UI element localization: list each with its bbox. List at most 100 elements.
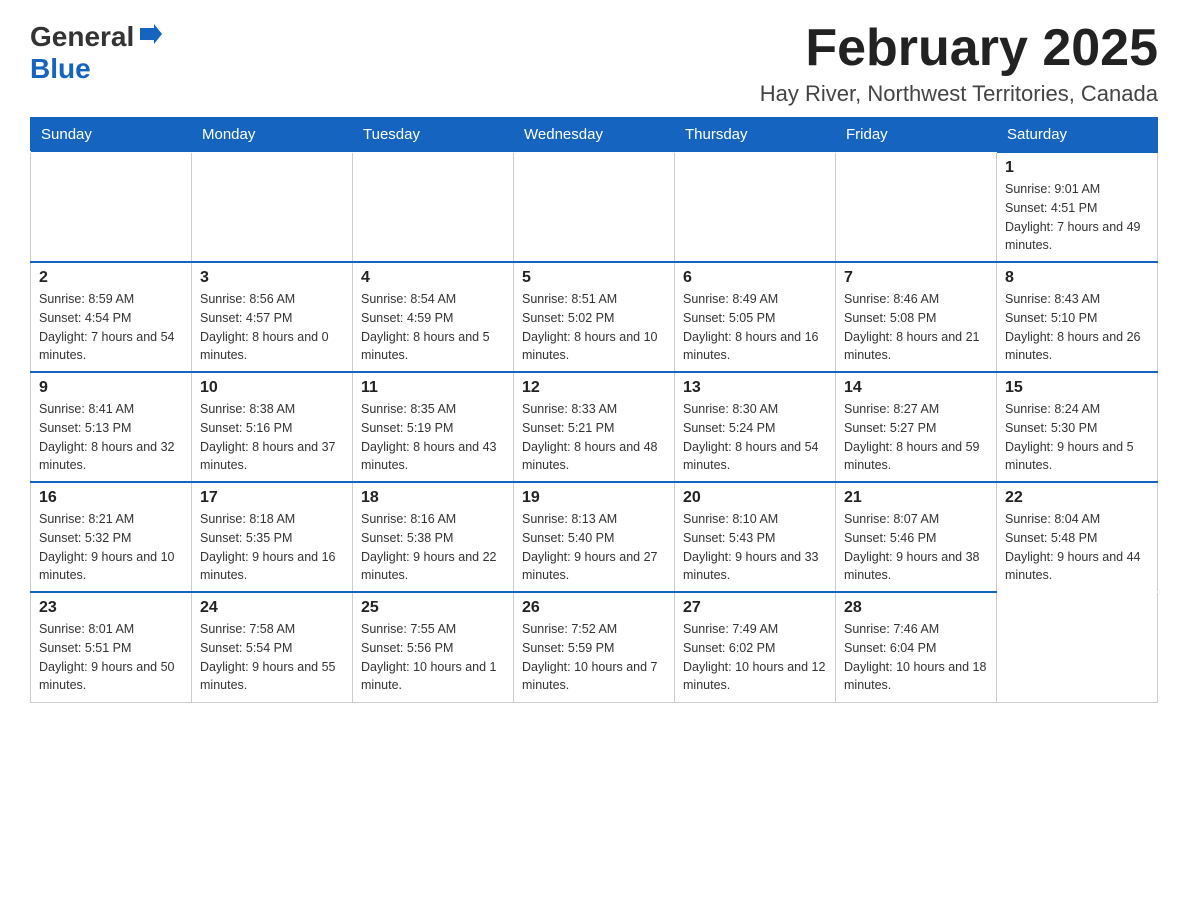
day-info: Sunrise: 8:13 AMSunset: 5:40 PMDaylight:…: [522, 510, 666, 585]
day-info: Sunrise: 8:41 AMSunset: 5:13 PMDaylight:…: [39, 400, 183, 475]
calendar-week-row: 16Sunrise: 8:21 AMSunset: 5:32 PMDayligh…: [31, 482, 1158, 592]
day-number: 10: [200, 379, 344, 397]
calendar-cell: [31, 152, 192, 262]
calendar-cell: 19 Sunrise: 8:13 AMSunset: 5:40 PMDayligh…: [514, 482, 675, 592]
calendar-cell: 27 Sunrise: 7:49 AMSunset: 6:02 PMDayligh…: [675, 592, 836, 702]
calendar-cell: 15Sunrise: 8:24 AMSunset: 5:30 PMDayligh…: [997, 372, 1158, 482]
day-info: Sunrise: 8:54 AMSunset: 4:59 PMDaylight:…: [361, 290, 505, 365]
calendar-cell: 23Sunrise: 8:01 AMSunset: 5:51 PMDayligh…: [31, 592, 192, 702]
calendar-cell: 14 Sunrise: 8:27 AMSunset: 5:27 PMDayligh…: [836, 372, 997, 482]
day-info: Sunrise: 8:21 AMSunset: 5:32 PMDaylight:…: [39, 510, 183, 585]
header-friday: Friday: [836, 118, 997, 153]
day-info: Sunrise: 7:58 AMSunset: 5:54 PMDaylight:…: [200, 620, 344, 695]
calendar-cell: 18 Sunrise: 8:16 AMSunset: 5:38 PMDayligh…: [353, 482, 514, 592]
day-info: Sunrise: 7:55 AMSunset: 5:56 PMDaylight:…: [361, 620, 505, 695]
day-number: 26: [522, 599, 666, 617]
calendar-cell: 25 Sunrise: 7:55 AMSunset: 5:56 PMDayligh…: [353, 592, 514, 702]
day-info: Sunrise: 8:59 AMSunset: 4:54 PMDaylight:…: [39, 290, 183, 365]
day-number: 21: [844, 489, 988, 507]
day-number: 22: [1005, 489, 1149, 507]
subtitle: Hay River, Northwest Territories, Canada: [760, 81, 1158, 107]
day-number: 27: [683, 599, 827, 617]
day-number: 11: [361, 379, 505, 397]
calendar-cell: 17 Sunrise: 8:18 AMSunset: 5:35 PMDayligh…: [192, 482, 353, 592]
day-info: Sunrise: 8:16 AMSunset: 5:38 PMDaylight:…: [361, 510, 505, 585]
header-wednesday: Wednesday: [514, 118, 675, 153]
calendar-cell: [675, 152, 836, 262]
day-number: 28: [844, 599, 988, 617]
calendar-cell: 24 Sunrise: 7:58 AMSunset: 5:54 PMDayligh…: [192, 592, 353, 702]
header-tuesday: Tuesday: [353, 118, 514, 153]
calendar-cell: 28 Sunrise: 7:46 AMSunset: 6:04 PMDayligh…: [836, 592, 997, 702]
day-info: Sunrise: 8:10 AMSunset: 5:43 PMDaylight:…: [683, 510, 827, 585]
day-info: Sunrise: 9:01 AMSunset: 4:51 PMDaylight:…: [1005, 180, 1149, 255]
day-number: 9: [39, 379, 183, 397]
calendar-cell: [353, 152, 514, 262]
day-info: Sunrise: 8:30 AMSunset: 5:24 PMDaylight:…: [683, 400, 827, 475]
calendar-week-row: 1 Sunrise: 9:01 AMSunset: 4:51 PMDaylight…: [31, 152, 1158, 262]
day-number: 12: [522, 379, 666, 397]
day-number: 5: [522, 269, 666, 287]
calendar-week-row: 2Sunrise: 8:59 AMSunset: 4:54 PMDaylight…: [31, 262, 1158, 372]
day-number: 17: [200, 489, 344, 507]
calendar-cell: 26 Sunrise: 7:52 AMSunset: 5:59 PMDayligh…: [514, 592, 675, 702]
calendar-cell: 3 Sunrise: 8:56 AMSunset: 4:57 PMDaylight…: [192, 262, 353, 372]
main-title: February 2025: [760, 20, 1158, 77]
day-number: 24: [200, 599, 344, 617]
logo-blue-text: Blue: [30, 53, 91, 85]
calendar-cell: 11Sunrise: 8:35 AMSunset: 5:19 PMDayligh…: [353, 372, 514, 482]
day-number: 13: [683, 379, 827, 397]
day-number: 20: [683, 489, 827, 507]
day-number: 25: [361, 599, 505, 617]
day-number: 4: [361, 269, 505, 287]
calendar-cell: 12 Sunrise: 8:33 AMSunset: 5:21 PMDayligh…: [514, 372, 675, 482]
page-header: General Blue February 2025 Hay River, No…: [30, 20, 1158, 107]
day-number: 19: [522, 489, 666, 507]
day-info: Sunrise: 8:33 AMSunset: 5:21 PMDaylight:…: [522, 400, 666, 475]
calendar-cell: 5 Sunrise: 8:51 AMSunset: 5:02 PMDaylight…: [514, 262, 675, 372]
calendar-table: SundayMondayTuesdayWednesdayThursdayFrid…: [30, 117, 1158, 703]
logo-arrow-icon: [136, 20, 164, 53]
calendar-cell: 6 Sunrise: 8:49 AMSunset: 5:05 PMDaylight…: [675, 262, 836, 372]
day-info: Sunrise: 8:51 AMSunset: 5:02 PMDaylight:…: [522, 290, 666, 365]
day-number: 7: [844, 269, 988, 287]
header-saturday: Saturday: [997, 118, 1158, 153]
day-number: 14: [844, 379, 988, 397]
calendar-cell: 2Sunrise: 8:59 AMSunset: 4:54 PMDaylight…: [31, 262, 192, 372]
calendar-cell: 8Sunrise: 8:43 AMSunset: 5:10 PMDaylight…: [997, 262, 1158, 372]
header-monday: Monday: [192, 118, 353, 153]
day-info: Sunrise: 7:46 AMSunset: 6:04 PMDaylight:…: [844, 620, 988, 695]
day-info: Sunrise: 8:56 AMSunset: 4:57 PMDaylight:…: [200, 290, 344, 365]
day-info: Sunrise: 8:04 AMSunset: 5:48 PMDaylight:…: [1005, 510, 1149, 585]
calendar-cell: [192, 152, 353, 262]
calendar-week-row: 23Sunrise: 8:01 AMSunset: 5:51 PMDayligh…: [31, 592, 1158, 702]
calendar-cell: 22 Sunrise: 8:04 AMSunset: 5:48 PMDayligh…: [997, 482, 1158, 592]
day-number: 1: [1005, 159, 1149, 177]
day-number: 18: [361, 489, 505, 507]
day-info: Sunrise: 7:49 AMSunset: 6:02 PMDaylight:…: [683, 620, 827, 695]
day-number: 3: [200, 269, 344, 287]
day-info: Sunrise: 8:27 AMSunset: 5:27 PMDaylight:…: [844, 400, 988, 475]
calendar-cell: 7Sunrise: 8:46 AMSunset: 5:08 PMDaylight…: [836, 262, 997, 372]
day-info: Sunrise: 8:18 AMSunset: 5:35 PMDaylight:…: [200, 510, 344, 585]
calendar-cell: 1 Sunrise: 9:01 AMSunset: 4:51 PMDaylight…: [997, 152, 1158, 262]
calendar-cell: 13 Sunrise: 8:30 AMSunset: 5:24 PMDayligh…: [675, 372, 836, 482]
calendar-week-row: 9 Sunrise: 8:41 AMSunset: 5:13 PMDaylight…: [31, 372, 1158, 482]
title-block: February 2025 Hay River, Northwest Terri…: [760, 20, 1158, 107]
calendar-cell: 21Sunrise: 8:07 AMSunset: 5:46 PMDayligh…: [836, 482, 997, 592]
day-info: Sunrise: 8:24 AMSunset: 5:30 PMDaylight:…: [1005, 400, 1149, 475]
calendar-cell: [836, 152, 997, 262]
calendar-header-row: SundayMondayTuesdayWednesdayThursdayFrid…: [31, 118, 1158, 153]
calendar-cell: 9 Sunrise: 8:41 AMSunset: 5:13 PMDaylight…: [31, 372, 192, 482]
day-info: Sunrise: 8:01 AMSunset: 5:51 PMDaylight:…: [39, 620, 183, 695]
logo-general-text: General: [30, 21, 134, 53]
calendar-cell: 10Sunrise: 8:38 AMSunset: 5:16 PMDayligh…: [192, 372, 353, 482]
day-info: Sunrise: 8:49 AMSunset: 5:05 PMDaylight:…: [683, 290, 827, 365]
header-thursday: Thursday: [675, 118, 836, 153]
logo: General Blue: [30, 20, 164, 85]
day-number: 6: [683, 269, 827, 287]
day-info: Sunrise: 7:52 AMSunset: 5:59 PMDaylight:…: [522, 620, 666, 695]
calendar-cell: [997, 592, 1158, 702]
calendar-cell: 4 Sunrise: 8:54 AMSunset: 4:59 PMDaylight…: [353, 262, 514, 372]
day-number: 8: [1005, 269, 1149, 287]
